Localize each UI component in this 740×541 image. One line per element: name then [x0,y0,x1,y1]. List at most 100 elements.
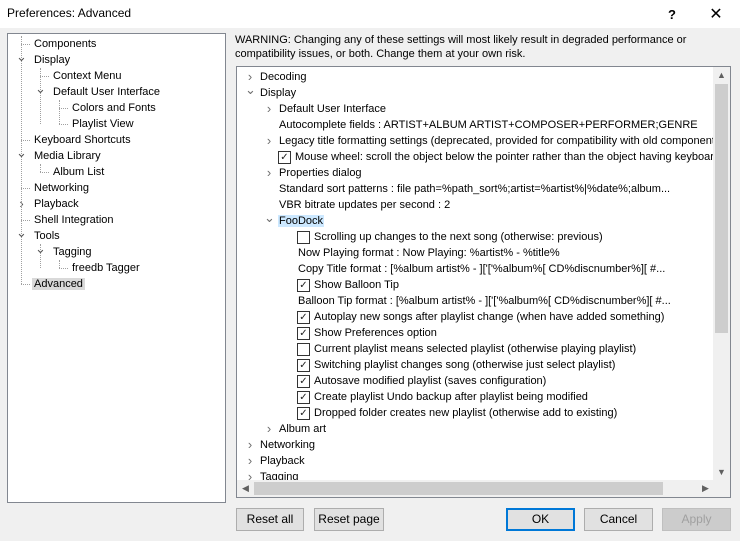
setting-balloon-tip-format-album-artist-album-cd[interactable]: Balloon Tip format : [%album artist% - ]… [297,293,672,309]
collapse-chevron-icon[interactable]: ⌄ [245,83,256,101]
nav-item-label: Context Menu [53,70,122,82]
ok-button[interactable]: OK [506,508,575,531]
setting-label: Current playlist means selected playlist… [314,343,637,355]
title-bar: Preferences: Advanced ? ✕ [0,0,740,28]
cancel-button[interactable]: Cancel [584,508,653,531]
nav-item-playlist-view[interactable]: Playlist View [70,116,136,132]
setting-properties-dialog[interactable]: Properties dialog [278,165,363,181]
scroll-right-icon[interactable]: ▶ [697,480,714,497]
nav-item-tagging[interactable]: Tagging [51,244,94,260]
checkbox-checked[interactable]: ✓ [297,407,310,420]
expand-chevron-icon[interactable]: › [245,437,255,453]
setting-label: Display [260,87,297,99]
help-icon: ? [668,6,676,22]
warning-text: WARNING: Changing any of these settings … [235,34,687,60]
setting-show-preferences-option[interactable]: Show Preferences option [313,325,438,341]
expand-chevron-icon[interactable]: › [245,453,255,469]
setting-now-playing-format-now-playing-artist-ti[interactable]: Now Playing format : Now Playing: %artis… [297,245,561,261]
setting-vbr-bitrate-updates-per-second-2[interactable]: VBR bitrate updates per second : 2 [278,197,451,213]
setting-label: VBR bitrate updates per second : 2 [279,199,451,211]
setting-label: Decoding [260,71,307,83]
nav-item-label: Colors and Fonts [72,102,156,114]
tree-guide-line [21,36,22,284]
nav-item-album-list[interactable]: Album List [51,164,106,180]
checkbox-unchecked[interactable] [297,343,310,356]
scroll-down-icon[interactable]: ▼ [713,464,730,481]
help-button[interactable]: ? [650,0,694,28]
nav-item-label: Playlist View [72,118,134,130]
setting-label: Dropped folder creates new playlist (oth… [314,407,618,419]
setting-label: Scrolling up changes to the next song (o… [314,231,603,243]
checkbox-checked[interactable]: ✓ [297,391,310,404]
expand-chevron-icon[interactable]: › [264,101,274,117]
tree-connector [40,172,49,173]
expand-chevron-icon[interactable]: › [264,421,274,437]
nav-item-media-library[interactable]: Media Library [32,148,103,164]
setting-label: Mouse wheel: scroll the object below the… [295,151,714,163]
nav-item-keyboard-shortcuts[interactable]: Keyboard Shortcuts [32,132,133,148]
scroll-up-icon[interactable]: ▲ [713,67,730,84]
horizontal-scrollbar[interactable]: ◀ ▶ [237,480,714,497]
collapse-chevron-icon[interactable]: ⌄ [264,211,275,229]
setting-standard-sort-patterns-file-path-path-so[interactable]: Standard sort patterns : file path=%path… [278,181,671,197]
nav-item-networking[interactable]: Networking [32,180,91,196]
setting-playback[interactable]: Playback [259,453,306,469]
setting-decoding[interactable]: Decoding [259,69,307,85]
nav-item-playback[interactable]: Playback [32,196,81,212]
reset-page-button[interactable]: Reset page [314,508,384,531]
setting-current-playlist-means-selected-playlist[interactable]: Current playlist means selected playlist… [313,341,637,357]
checkbox-unchecked[interactable] [297,231,310,244]
checkbox-checked[interactable]: ✓ [297,375,310,388]
setting-create-playlist-undo-backup-after-playli[interactable]: Create playlist Undo backup after playli… [313,389,589,405]
setting-dropped-folder-creates-new-playlist-othe[interactable]: Dropped folder creates new playlist (oth… [313,405,618,421]
setting-networking[interactable]: Networking [259,437,316,453]
preferences-page-tree[interactable]: Components Display ⌄ Context Menu Default Us… [7,33,226,503]
tree-connector [21,188,30,189]
setting-autoplay-new-songs-after-playlist-change[interactable]: Autoplay new songs after playlist change… [313,309,665,325]
nav-item-colors-and-fonts[interactable]: Colors and Fonts [70,100,158,116]
nav-item-label: Tagging [53,246,92,258]
setting-label: Autosave modified playlist (saves config… [314,375,547,387]
nav-item-advanced[interactable]: Advanced [32,276,85,292]
vertical-scroll-thumb[interactable] [715,84,728,333]
nav-item-label: Playback [34,198,79,210]
checkbox-checked[interactable]: ✓ [297,311,310,324]
nav-item-shell-integration[interactable]: Shell Integration [32,212,116,228]
nav-item-display[interactable]: Display [32,52,72,68]
tree-connector [21,140,30,141]
checkbox-checked[interactable]: ✓ [297,327,310,340]
expand-chevron-icon[interactable]: › [264,165,274,181]
setting-album-art[interactable]: Album art [278,421,327,437]
nav-item-context-menu[interactable]: Context Menu [51,68,123,84]
vertical-scrollbar[interactable]: ▲ ▼ [713,67,730,481]
setting-switching-playlist-changes-song-otherwis[interactable]: Switching playlist changes song (otherwi… [313,357,616,373]
setting-legacy-title-formatting-settings-depreca[interactable]: Legacy title formatting settings (deprec… [278,133,716,149]
scroll-left-icon[interactable]: ◀ [237,480,254,497]
reset-all-button[interactable]: Reset all [236,508,304,531]
tree-connector [59,268,68,269]
checkbox-checked[interactable]: ✓ [297,279,310,292]
nav-item-freedb-tagger[interactable]: freedb Tagger [70,260,142,276]
setting-show-balloon-tip[interactable]: Show Balloon Tip [313,277,400,293]
close-button[interactable]: ✕ [694,0,738,28]
setting-mouse-wheel-scroll-the-object-below-the-[interactable]: Mouse wheel: scroll the object below the… [294,149,715,165]
setting-display[interactable]: Display [259,85,297,101]
setting-label: Copy Title format : [%album artist% - ][… [298,263,666,275]
checkbox-checked[interactable]: ✓ [297,359,310,372]
setting-default-user-interface[interactable]: Default User Interface [278,101,387,117]
setting-autocomplete-fields-artist-album-artist-[interactable]: Autocomplete fields : ARTIST+ALBUM ARTIS… [278,117,699,133]
tree-connector [59,124,68,125]
checkbox-checked[interactable]: ✓ [278,151,291,164]
expand-chevron-icon[interactable]: › [264,133,274,149]
nav-item-default-user-interface[interactable]: Default User Interface [51,84,162,100]
setting-scrolling-up-changes-to-the-next-song-ot[interactable]: Scrolling up changes to the next song (o… [313,229,604,245]
tree-guide-line [40,68,41,124]
setting-foodock[interactable]: FooDock [278,213,325,229]
nav-item-components[interactable]: Components [32,36,98,52]
horizontal-scroll-thumb[interactable] [254,482,663,495]
tree-guide-line [40,244,41,268]
setting-autosave-modified-playlist-saves-configu[interactable]: Autosave modified playlist (saves config… [313,373,547,389]
setting-copy-title-format-album-artist-album-cd-[interactable]: Copy Title format : [%album artist% - ][… [297,261,666,277]
window-title: Preferences: Advanced [7,6,132,20]
advanced-settings-tree[interactable]: › Decoding ⌄ Display › Default User Interface… [236,66,731,498]
